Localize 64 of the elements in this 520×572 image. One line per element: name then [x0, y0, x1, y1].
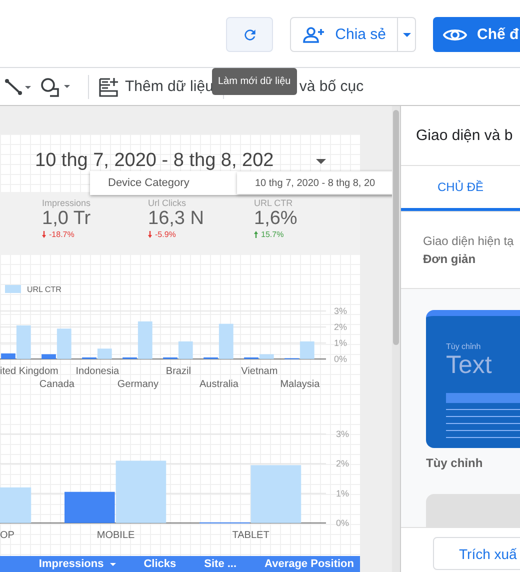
- share-options-button[interactable]: [398, 17, 416, 52]
- theme-preview-card[interactable]: Tùy chỉnh Text: [426, 310, 520, 448]
- category-label: TABLET: [232, 530, 270, 541]
- metric-change: -18.7%: [49, 230, 74, 239]
- legend-swatch: [5, 285, 21, 293]
- metric-label: Impressions: [42, 198, 92, 208]
- axis-tick-label: 0%: [334, 354, 348, 364]
- column-header[interactable]: Site ...: [204, 558, 237, 570]
- current-theme-name: Đơn giản: [423, 252, 477, 266]
- axis-tick-label: 3%: [336, 429, 350, 439]
- metric-label: URL CTR: [254, 198, 294, 208]
- add-data-icon: [99, 76, 119, 96]
- category-label: Canada: [39, 379, 74, 390]
- category-label: ited Kingdom: [0, 366, 58, 377]
- metric-change: 15.7%: [261, 230, 284, 239]
- metric-value: 1,0 Tr: [42, 208, 92, 230]
- category-label: Malaysia: [280, 379, 320, 390]
- axis-tick-label: 3%: [334, 306, 348, 316]
- refresh-icon: [242, 26, 258, 42]
- preview-heading: Text: [446, 351, 493, 379]
- axis-tick-label: 2%: [336, 458, 350, 469]
- refresh-button[interactable]: [226, 17, 274, 52]
- category-label: Brazil: [166, 366, 191, 377]
- preview-caption: Tùy chỉnh: [446, 342, 482, 351]
- column-header[interactable]: Average Position: [264, 558, 354, 570]
- share-button[interactable]: Chia sẻ: [290, 17, 398, 52]
- panel-tab[interactable]: CHỦ ĐỀ: [401, 166, 520, 211]
- theme-layout-button[interactable]: và bố cục: [299, 78, 364, 95]
- category-label: Indonesia: [76, 366, 120, 377]
- view-mode-button[interactable]: Chế đ: [433, 17, 520, 52]
- scrollbar-thumb[interactable]: [393, 110, 399, 345]
- axis-tick-label: 1%: [336, 488, 350, 498]
- caret-icon: [316, 158, 326, 164]
- arrow-down-icon: [148, 231, 152, 238]
- metric-value: 16,3 N: [148, 208, 205, 230]
- date-range-preview: 10 thg 7, 2020 - 8 thg 8, 20: [237, 172, 392, 194]
- category-label: Vietnam: [241, 366, 278, 377]
- bar: [0, 487, 32, 523]
- category-label: Australia: [199, 379, 238, 390]
- extract-theme-button[interactable]: Trích xuấ: [433, 537, 520, 570]
- metric-change: -5.9%: [155, 230, 176, 239]
- metric-label: Url Clicks: [148, 198, 187, 208]
- caret-icon: [402, 32, 410, 36]
- metric-value: 1,6%: [254, 208, 298, 230]
- add-data-button[interactable]: Thêm dữ liệu: [99, 76, 214, 96]
- category-label: MOBILE: [96, 530, 135, 541]
- add-person-icon: [303, 26, 326, 42]
- theme-name: Tùy chỉnh: [426, 456, 484, 470]
- axis-tick-label: 1%: [334, 338, 348, 348]
- date-range-control[interactable]: 10 thg 7, 2020 - 8 thg 8, 202: [35, 150, 274, 172]
- axis-tick-label: 0%: [336, 518, 350, 528]
- line-icon: [4, 78, 32, 96]
- eye-icon: [443, 26, 467, 42]
- arrow-down-icon: [42, 231, 46, 238]
- arrow-up-icon: [254, 231, 258, 238]
- section-label: Giao diện hiện tạ: [423, 234, 515, 248]
- column-header[interactable]: Clicks: [144, 558, 176, 570]
- legend-label: URL CTR: [27, 285, 62, 294]
- category-label: OP: [0, 530, 14, 541]
- tooltip: Làm mới dữ liệu: [212, 68, 297, 95]
- category-label: Germany: [117, 379, 158, 390]
- column-header[interactable]: Impressions: [38, 558, 116, 570]
- panel-title: Giao diện và b: [401, 106, 520, 166]
- axis-tick-label: 2%: [334, 322, 348, 332]
